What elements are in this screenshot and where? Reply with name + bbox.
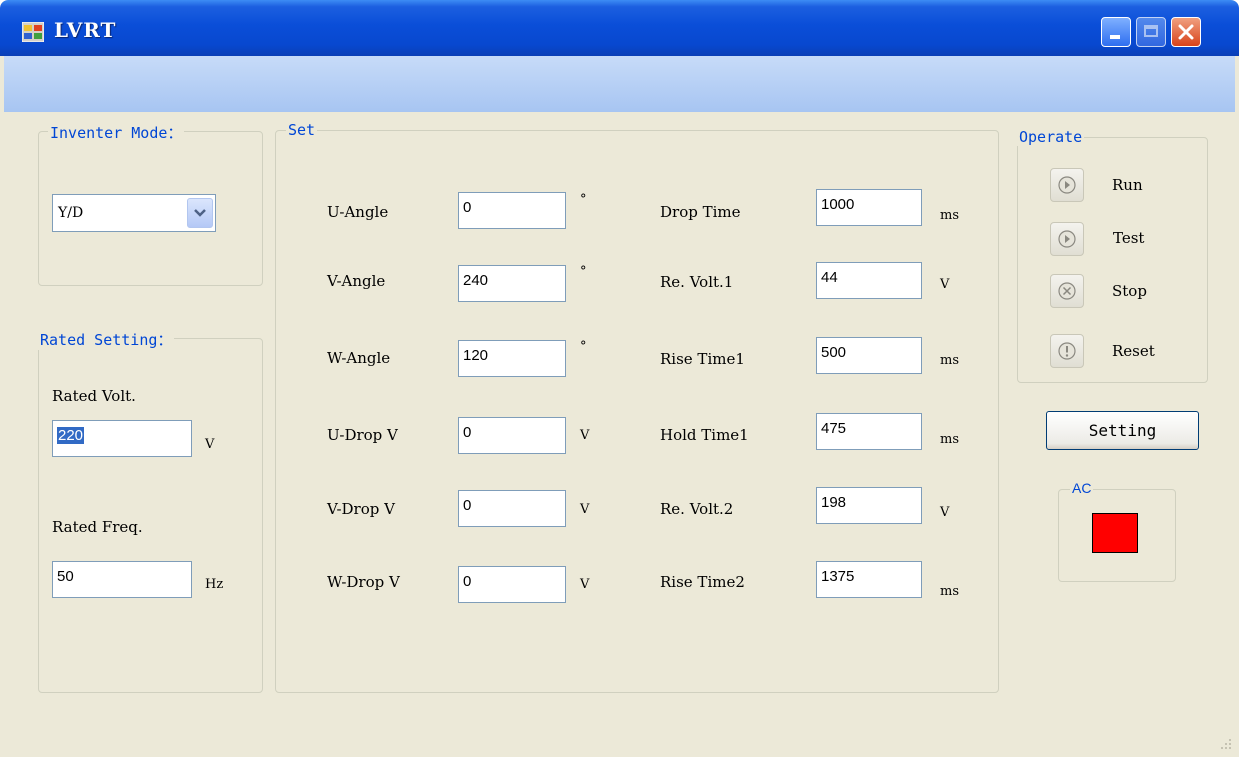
v-angle-unit: ° <box>580 264 587 279</box>
rated-volt-input[interactable]: 220 <box>52 420 192 457</box>
rise-time-2-unit: ms <box>940 584 959 599</box>
re-volt-1-unit: V <box>940 277 950 292</box>
dropdown-button[interactable] <box>187 198 213 228</box>
w-angle-unit: ° <box>580 339 587 354</box>
rise-time-1-unit: ms <box>940 353 959 368</box>
inverter-mode-value: Y/D <box>58 205 84 221</box>
v-angle-input[interactable]: 240 <box>458 265 566 302</box>
close-button[interactable] <box>1171 17 1201 47</box>
run-button[interactable] <box>1050 168 1084 202</box>
re-volt-2-unit: V <box>940 505 950 520</box>
title-bar[interactable]: LVRT <box>0 0 1239 56</box>
operate-legend: Operate <box>1017 128 1085 146</box>
re-volt-2-input[interactable]: 198 <box>816 487 922 524</box>
test-button[interactable] <box>1050 222 1084 256</box>
u-drop-v-label: U-Drop V <box>327 426 398 444</box>
stop-button[interactable] <box>1050 274 1084 308</box>
v-drop-v-label: V-Drop V <box>327 500 395 518</box>
w-angle-label: W-Angle <box>327 349 391 367</box>
u-angle-label: U-Angle <box>327 203 389 221</box>
re-volt-1-input[interactable]: 44 <box>816 262 922 299</box>
stop-label: Stop <box>1112 282 1147 300</box>
w-drop-v-unit: V <box>580 577 590 592</box>
re-volt-2-label: Re. Volt.2 <box>660 500 734 518</box>
ac-status-indicator <box>1092 513 1138 553</box>
minimize-button[interactable] <box>1101 17 1131 47</box>
v-drop-v-unit: V <box>580 502 590 517</box>
menu-strip <box>4 56 1235 112</box>
exclamation-icon <box>1058 342 1076 360</box>
rated-freq-unit: Hz <box>205 577 224 592</box>
drop-time-input[interactable]: 1000 <box>816 189 922 226</box>
stop-x-icon <box>1058 282 1076 300</box>
rated-freq-input[interactable]: 50 <box>52 561 192 598</box>
app-icon <box>22 22 44 42</box>
ac-legend: AC <box>1070 480 1094 496</box>
chevron-down-icon <box>194 209 206 217</box>
u-drop-v-input[interactable]: 0 <box>458 417 566 454</box>
rated-volt-label: Rated Volt. <box>52 387 136 405</box>
rise-time-1-label: Rise Time1 <box>660 350 745 368</box>
minimize-icon <box>1110 35 1120 39</box>
inverter-mode-legend: Inventer Mode： <box>48 122 185 143</box>
setting-button[interactable]: Setting <box>1046 411 1199 450</box>
maximize-button[interactable] <box>1136 17 1166 47</box>
app-window: LVRT Inventer Mode： Y/D Rated Setting： R… <box>0 0 1239 757</box>
test-label: Test <box>1113 229 1145 247</box>
u-angle-unit: ° <box>580 192 587 207</box>
hold-time-1-input[interactable]: 475 <box>816 413 922 450</box>
rated-volt-value: 220 <box>57 427 85 444</box>
hold-time-1-unit: ms <box>940 432 959 447</box>
set-legend: Set <box>286 121 318 139</box>
hold-time-1-label: Hold Time1 <box>660 426 749 444</box>
maximize-icon <box>1144 25 1158 37</box>
w-angle-input[interactable]: 120 <box>458 340 566 377</box>
rise-time-2-input[interactable]: 1375 <box>816 561 922 598</box>
v-angle-label: V-Angle <box>327 272 386 290</box>
drop-time-label: Drop Time <box>660 203 741 221</box>
drop-time-unit: ms <box>940 208 959 223</box>
v-drop-v-input[interactable]: 0 <box>458 490 566 527</box>
rise-time-1-input[interactable]: 500 <box>816 337 922 374</box>
play-icon <box>1058 230 1076 248</box>
rated-volt-unit: V <box>205 437 215 452</box>
w-drop-v-label: W-Drop V <box>327 573 400 591</box>
play-icon <box>1058 176 1076 194</box>
reset-label: Reset <box>1112 342 1155 360</box>
u-drop-v-unit: V <box>580 428 590 443</box>
run-label: Run <box>1112 176 1143 194</box>
window-title: LVRT <box>54 18 117 42</box>
resize-grip-icon[interactable] <box>1219 737 1233 751</box>
u-angle-input[interactable]: 0 <box>458 192 566 229</box>
re-volt-1-label: Re. Volt.1 <box>660 273 734 291</box>
rated-setting-legend: Rated Setting： <box>38 329 175 350</box>
rise-time-2-label: Rise Time2 <box>660 573 745 591</box>
rated-freq-label: Rated Freq. <box>52 518 143 536</box>
reset-button[interactable] <box>1050 334 1084 368</box>
close-icon <box>1178 24 1194 40</box>
inverter-mode-combobox[interactable]: Y/D <box>52 194 216 232</box>
w-drop-v-input[interactable]: 0 <box>458 566 566 603</box>
